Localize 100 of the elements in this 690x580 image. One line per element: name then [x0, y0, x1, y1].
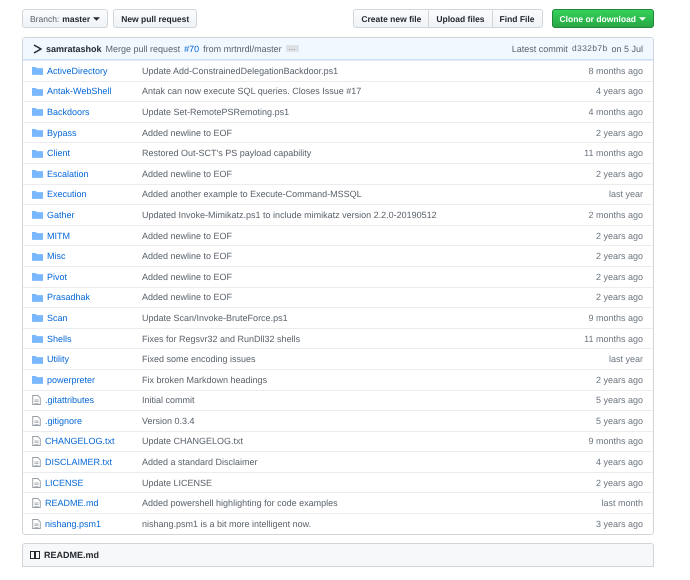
file-link[interactable]: Backdoors — [47, 106, 90, 117]
commit-message[interactable]: Added newline to EOF — [142, 168, 596, 179]
folder-icon — [32, 252, 43, 261]
file-link[interactable]: Prasadhak — [47, 292, 90, 302]
commit-message[interactable]: Restored Out-SCT's PS payload capability — [142, 148, 584, 158]
file-link[interactable]: Gather — [47, 210, 75, 220]
commit-message: from mrtnrdl/master — [203, 44, 282, 54]
file-link[interactable]: Bypass — [47, 128, 77, 138]
file-icon — [32, 416, 41, 426]
commit-message[interactable]: Added newline to EOF — [142, 230, 596, 241]
folder-icon — [32, 190, 43, 199]
commit-age: 11 months ago — [584, 148, 643, 158]
file-icon — [32, 498, 41, 508]
file-icon — [32, 518, 41, 529]
commit-date: on 5 Jul — [611, 44, 643, 54]
file-link[interactable]: Escalation — [47, 168, 89, 179]
commit-age: 5 years ago — [596, 416, 643, 426]
caret-icon — [93, 16, 100, 20]
commit-message[interactable]: Version 0.3.4 — [142, 416, 596, 426]
branch-selector[interactable]: Branch: master — [22, 9, 108, 28]
commit-message[interactable]: Update CHANGELOG.txt — [142, 436, 588, 446]
folder-icon — [32, 169, 43, 178]
file-icon — [32, 478, 41, 488]
commit-age: 2 months ago — [588, 210, 643, 220]
commit-age: last month — [601, 498, 643, 508]
commit-age: 3 years ago — [596, 518, 643, 529]
commit-age: 2 years ago — [596, 230, 643, 241]
commit-message: Merge pull request — [106, 44, 180, 54]
file-action-button[interactable]: Upload files — [428, 9, 493, 28]
commit-message[interactable]: Fixed some encoding issues — [142, 354, 609, 364]
commit-age: 2 years ago — [596, 168, 643, 179]
commit-message[interactable]: Update Scan/Invoke-BruteForce.ps1 — [142, 312, 588, 323]
folder-icon — [32, 210, 43, 220]
file-action-button[interactable]: Create new file — [353, 9, 430, 28]
file-icon — [32, 395, 41, 406]
folder-icon — [32, 272, 43, 282]
commit-age: 4 years ago — [596, 457, 643, 468]
caret-icon — [639, 16, 646, 20]
file-icon — [32, 436, 41, 446]
commit-age: last year — [608, 189, 643, 200]
commit-age: 2 years ago — [596, 292, 643, 302]
commit-author[interactable]: samratashok — [46, 44, 102, 54]
commit-age: 4 months ago — [588, 106, 643, 117]
file-link[interactable]: DISCLAIMER.txt — [45, 457, 112, 468]
chevron-icon — [33, 44, 42, 54]
commit-message[interactable]: Fixes for Regsvr32 and RunDll32 shells — [142, 334, 584, 344]
commit-message[interactable]: Added another example to Execute-Command-MSSQL — [142, 189, 609, 200]
file-link[interactable]: powerpreter — [47, 374, 96, 385]
commit-message[interactable]: Antak can now execute SQL queries. Closes Issue #17 — [142, 86, 596, 96]
folder-icon — [32, 148, 43, 158]
commit-message[interactable]: Added newline to EOF — [142, 292, 596, 302]
commit-sha[interactable]: d332b7b — [572, 44, 608, 54]
commit-message[interactable]: Update LICENSE — [142, 478, 596, 488]
commit-message[interactable]: Added newline to EOF — [142, 272, 596, 282]
file-link[interactable]: Utility — [47, 354, 69, 364]
commit-age: 2 years ago — [596, 478, 643, 488]
commit-message[interactable]: Initial commit — [142, 395, 596, 406]
file-icon — [32, 457, 41, 468]
commit-age: 4 years ago — [596, 86, 643, 96]
commit-message[interactable]: Fix broken Markdown headings — [142, 374, 596, 385]
commit-age: 8 months ago — [588, 66, 643, 76]
file-link[interactable]: LICENSE — [45, 478, 84, 488]
readme-title: README.md — [44, 550, 100, 560]
file-link[interactable]: Shells — [47, 334, 72, 344]
file-action-button[interactable]: Find File — [492, 9, 542, 28]
file-link[interactable]: nishang.psm1 — [45, 518, 102, 529]
commit-age: 5 years ago — [596, 395, 643, 406]
commit-message[interactable]: nishang.psm1 is a bit more intelligent now. — [142, 518, 596, 529]
commit-message[interactable]: Added newline to EOF — [142, 251, 596, 262]
pull-request-link[interactable]: #70 — [184, 44, 200, 54]
file-link[interactable]: Execution — [47, 189, 87, 200]
file-link[interactable]: CHANGELOG.txt — [45, 436, 115, 446]
new-pull-request-button[interactable]: New pull request — [113, 9, 198, 28]
commit-message[interactable]: Update Set-RemotePSRemoting.ps1 — [142, 106, 588, 117]
folder-icon — [32, 231, 43, 240]
file-link[interactable]: Client — [47, 148, 70, 158]
commit-message[interactable]: Added newline to EOF — [142, 128, 596, 138]
file-link[interactable]: Misc — [47, 251, 66, 262]
folder-icon — [32, 66, 43, 76]
commit-message[interactable]: Added powershell highlighting for code examples — [142, 498, 602, 508]
commit-age: 2 years ago — [596, 272, 643, 282]
file-link[interactable]: Pivot — [47, 272, 68, 282]
file-link[interactable]: .gitignore — [45, 416, 82, 426]
file-link[interactable]: ActiveDirectory — [47, 66, 108, 76]
commit-age: 2 years ago — [596, 374, 643, 385]
commit-age: 2 years ago — [596, 128, 643, 138]
book-icon — [30, 550, 40, 559]
file-link[interactable]: Antak-WebShell — [47, 86, 112, 96]
commit-age: last year — [608, 354, 643, 364]
commit-age: 11 months ago — [584, 334, 643, 344]
file-link[interactable]: README.md — [45, 498, 99, 508]
commit-age: 9 months ago — [588, 312, 643, 323]
commit-message[interactable]: Added a standard Disclaimer — [142, 457, 596, 468]
commit-age: 9 months ago — [588, 436, 643, 446]
file-link[interactable]: .gitattributes — [45, 395, 94, 406]
file-link[interactable]: MITM — [47, 230, 70, 241]
commit-message[interactable]: Updated Invoke-Mimikatz.ps1 to include mimikatz version 2.2.0-20190512 — [142, 210, 588, 220]
folder-icon — [32, 334, 43, 344]
commit-message[interactable]: Update Add-ConstrainedDelegationBackdoor.ps1 — [142, 66, 588, 76]
file-link[interactable]: Scan — [47, 312, 68, 323]
